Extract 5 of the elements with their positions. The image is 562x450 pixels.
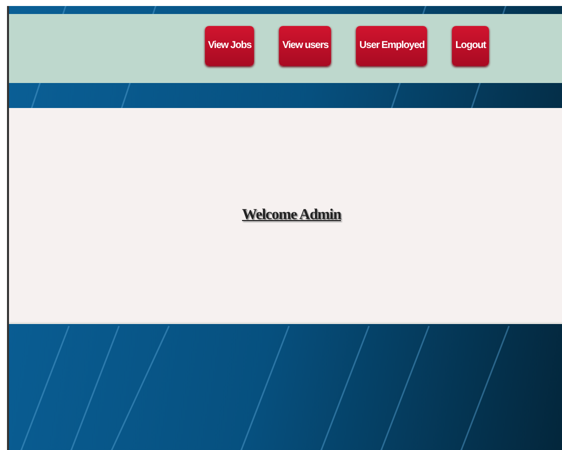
nav-button[interactable]: User Employed (356, 26, 428, 66)
welcome-heading: Welcome Admin (242, 206, 341, 224)
nav-button[interactable]: Logout (452, 26, 489, 66)
nav-button[interactable]: View Jobs (205, 26, 254, 66)
nav-button[interactable]: View users (279, 26, 332, 66)
